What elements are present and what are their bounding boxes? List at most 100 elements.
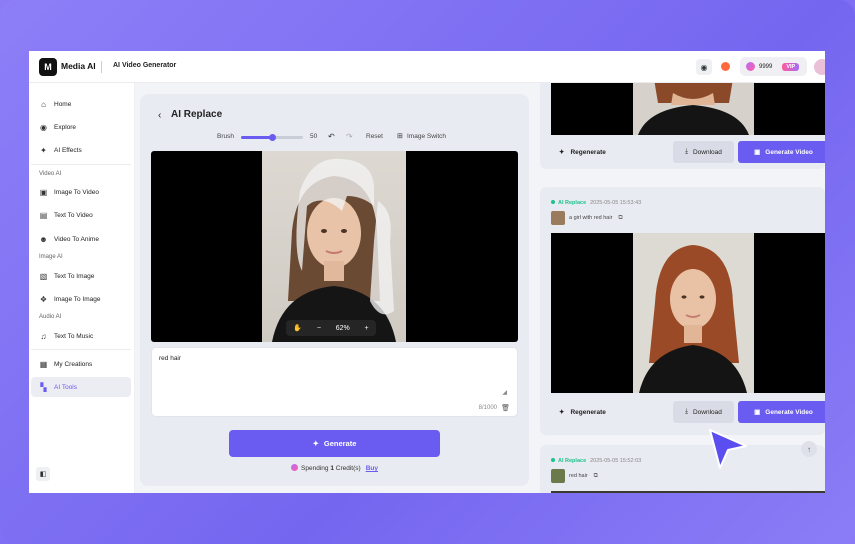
zoom-control: ✋ − 62% + xyxy=(286,320,376,336)
undo-icon[interactable]: ↶ xyxy=(328,132,335,141)
generate-label: Generate xyxy=(323,439,357,448)
image-switch-button[interactable]: Image Switch xyxy=(407,133,446,140)
result-image[interactable] xyxy=(551,491,825,493)
section-label-video-ai: Video AI xyxy=(39,171,62,177)
page-title: AI Replace xyxy=(171,109,223,120)
regenerate-button[interactable]: ✦ Regenerate xyxy=(551,141,606,163)
portrait-illustration xyxy=(633,83,754,135)
coin-icon xyxy=(291,464,299,471)
music-icon: ♫ xyxy=(40,331,47,341)
video-text-icon: ▤ xyxy=(39,210,48,220)
result-meta: AI Replace 2025-05-05 15:53:43 xyxy=(551,200,641,206)
logo[interactable]: M xyxy=(39,58,57,76)
sparkle-icon: ✦ xyxy=(559,149,565,156)
anime-icon: ☻ xyxy=(39,234,48,244)
regenerate-button[interactable]: ✦ Regenerate xyxy=(551,401,606,423)
sidebar: ⌂ Home ◉ Explore ✦ AI Effects Video AI ▣… xyxy=(29,83,135,493)
sidebar-item-text-to-video[interactable]: ▤ Text To Video xyxy=(31,205,131,225)
sidebar-item-label: AI Effects xyxy=(54,146,82,154)
result-image[interactable] xyxy=(551,83,825,135)
generate-video-button[interactable]: ▣ Generate Video xyxy=(738,401,825,423)
results-column: ✦ Regenerate ⤓ Download ▣ Generate Video… xyxy=(540,83,825,493)
result-card: AI Replace 2025-05-05 15:53:43 a girl wit… xyxy=(540,187,825,435)
edit-canvas[interactable]: ✋ − 62% + xyxy=(151,151,518,342)
video-camera-icon: ▣ xyxy=(39,187,48,197)
sidebar-item-text-to-image[interactable]: ▧ Text To Image xyxy=(31,266,131,286)
zoom-out-button[interactable]: − xyxy=(317,325,321,332)
spending-prefix: Spending xyxy=(301,465,329,472)
regenerate-label: Regenerate xyxy=(570,148,606,156)
gift-icon[interactable] xyxy=(721,62,730,71)
image-icon: ▧ xyxy=(39,271,48,281)
hand-icon[interactable]: ✋ xyxy=(293,324,302,332)
home-icon: ⌂ xyxy=(41,99,46,109)
sidebar-item-label: Image To Image xyxy=(54,295,101,303)
sidebar-item-label: Text To Image xyxy=(54,272,95,280)
scroll-to-top-button[interactable]: ↑ xyxy=(801,441,817,457)
prompt-text[interactable]: red hair xyxy=(159,355,181,362)
download-label: Download xyxy=(692,148,722,156)
sidebar-item-ai-tools[interactable]: ▚ AI Tools xyxy=(31,377,131,397)
copy-icon[interactable]: ⧉ xyxy=(618,215,622,222)
sidebar-item-home[interactable]: ⌂ Home xyxy=(31,94,131,114)
sidebar-item-video-to-anime[interactable]: ☻ Video To Anime xyxy=(31,229,131,249)
sparkle-icon: ✦ xyxy=(559,409,565,416)
credit-pill[interactable]: 9999 VIP xyxy=(740,57,807,76)
generate-video-button[interactable]: ▣ Generate Video xyxy=(738,141,825,163)
vip-badge[interactable]: VIP xyxy=(782,62,800,71)
sidebar-item-explore[interactable]: ◉ Explore xyxy=(31,117,131,137)
back-arrow-icon[interactable]: ‹ xyxy=(158,110,161,121)
download-button[interactable]: ⤓ Download xyxy=(673,141,734,163)
sidebar-item-label: Image To Video xyxy=(54,188,99,196)
coin-icon xyxy=(746,62,755,71)
sidebar-item-label: AI Tools xyxy=(54,383,78,391)
source-photo xyxy=(262,151,406,342)
download-label: Download xyxy=(692,408,722,416)
section-label-image-ai: Image AI xyxy=(39,254,63,260)
char-count: 8/1000 xyxy=(478,405,497,411)
generate-video-label: Generate Video xyxy=(765,408,813,416)
brush-label: Brush xyxy=(217,133,234,140)
result-prompt: red hair xyxy=(569,473,588,479)
sidebar-item-text-to-music[interactable]: ♫ Text To Music xyxy=(31,326,131,346)
result-timestamp: 2025-05-05 15:53:43 xyxy=(590,200,642,206)
sidebar-item-image-to-video[interactable]: ▣ Image To Video xyxy=(31,182,131,202)
brush-size-slider[interactable] xyxy=(241,134,303,141)
sidebar-item-label: Home xyxy=(54,100,72,108)
brand-name: Media AI xyxy=(61,61,96,71)
buy-link[interactable]: Buy xyxy=(366,465,378,472)
result-prompt: a girl with red hair xyxy=(569,215,613,221)
result-card: AI Replace 2025-05-05 15:52:03 red hair ⧉ xyxy=(540,445,825,493)
source-thumbnail[interactable] xyxy=(551,211,565,225)
resize-handle-icon[interactable]: ◢ xyxy=(502,389,507,396)
redo-icon[interactable]: ↷ xyxy=(346,132,353,141)
zoom-in-button[interactable]: + xyxy=(365,325,369,332)
discord-icon[interactable]: ◉ xyxy=(696,59,712,75)
sidebar-item-image-to-image[interactable]: ❖ Image To Image xyxy=(31,289,131,309)
spending-suffix: Credit(s) xyxy=(335,465,361,472)
copy-icon[interactable]: ⧉ xyxy=(594,473,598,480)
video-icon: ▣ xyxy=(754,409,761,416)
download-button[interactable]: ⤓ Download xyxy=(673,401,734,423)
spending-amount: 1 xyxy=(330,465,334,472)
regenerate-label: Regenerate xyxy=(570,408,606,416)
reset-button[interactable]: Reset xyxy=(366,133,383,140)
image-switch-icon[interactable]: ⊞ xyxy=(397,132,403,140)
slider-handle[interactable] xyxy=(268,134,276,141)
sidebar-item-my-creations[interactable]: ▦ My Creations xyxy=(31,354,131,374)
sidebar-item-ai-effects[interactable]: ✦ AI Effects xyxy=(31,140,131,160)
source-thumbnail[interactable] xyxy=(551,469,565,483)
trash-icon[interactable]: 🗑 xyxy=(501,404,510,412)
result-prompt-row: red hair ⧉ xyxy=(551,469,598,483)
result-tag: AI Replace xyxy=(558,458,587,464)
brush-size-value: 50 xyxy=(310,133,318,140)
prompt-input[interactable]: red hair ◢ 8/1000 🗑 xyxy=(151,347,518,417)
result-image[interactable] xyxy=(551,233,825,393)
sparkle-icon: ✦ xyxy=(312,439,319,448)
result-meta: AI Replace 2025-05-05 15:52:03 xyxy=(551,458,641,464)
compass-icon: ◉ xyxy=(40,122,47,132)
collapse-sidebar-icon[interactable]: ◧ xyxy=(36,467,50,481)
download-icon: ⤓ xyxy=(685,408,688,415)
avatar[interactable] xyxy=(814,59,825,75)
generate-button[interactable]: ✦ Generate xyxy=(229,430,440,457)
